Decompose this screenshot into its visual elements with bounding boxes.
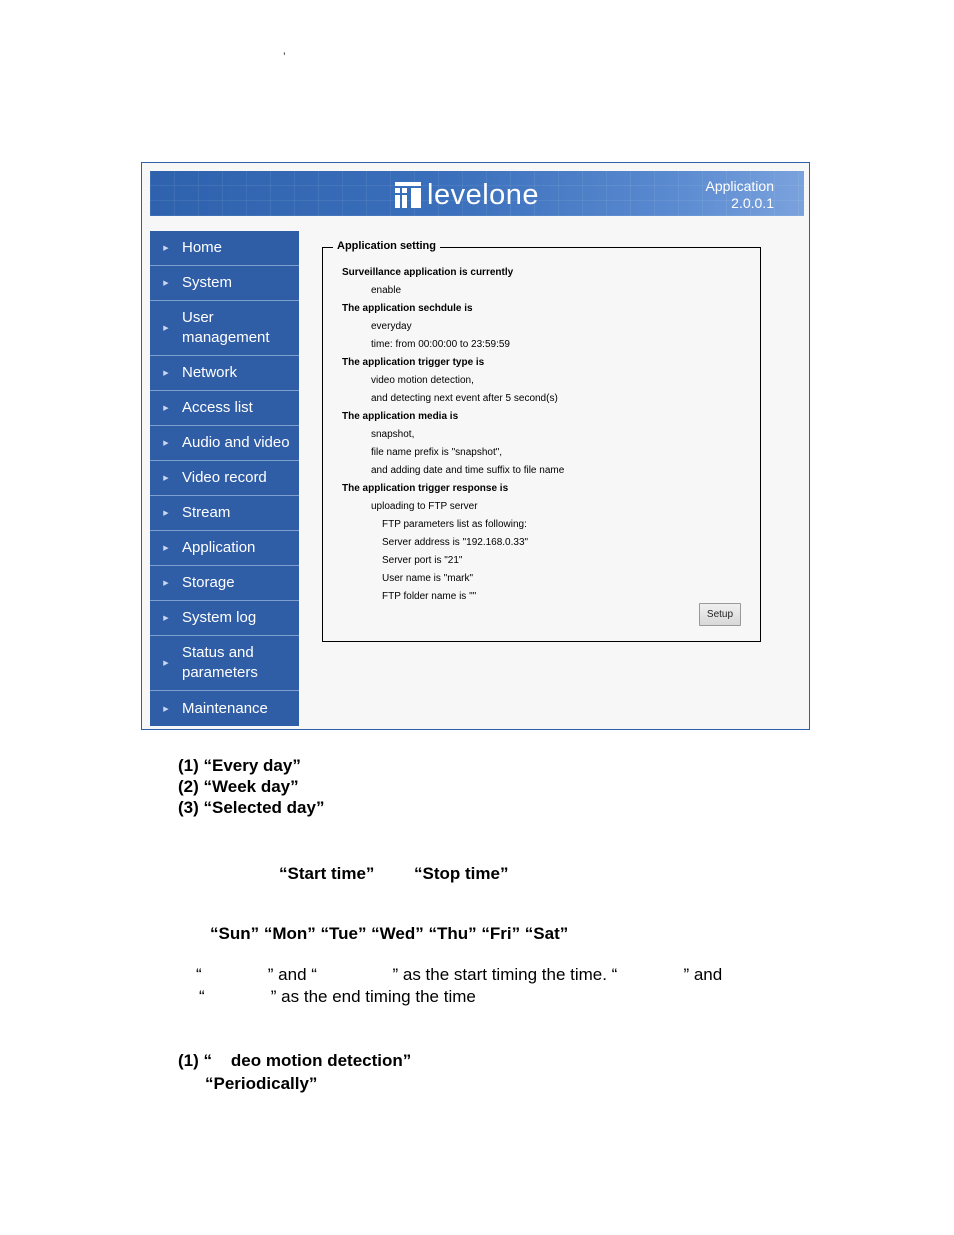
arrow-right-icon: ▶ (163, 245, 169, 252)
arrow-right-icon: ▶ (163, 615, 169, 622)
arrow-right-icon: ▶ (163, 705, 169, 713)
arrow-right-icon: ▶ (163, 325, 169, 332)
setup-button[interactable]: Setup (699, 603, 741, 626)
stray-mark: ’ (283, 50, 286, 64)
sidebar-item-status-and-parameters[interactable]: ▶ Status and parameters (150, 636, 299, 691)
banner-version: 2.0.0.1 (731, 195, 774, 211)
arrow-right-icon: ▶ (163, 510, 169, 517)
setting-heading: The application media is (342, 411, 459, 422)
trigger-option-motion-detection: (1) “ deo motion detection” (178, 1051, 412, 1070)
arrow-right-icon: ▶ (163, 580, 169, 587)
setting-heading: The application sechdule is (342, 303, 473, 314)
setting-heading: The application trigger type is (342, 357, 485, 368)
label-line: User (182, 309, 214, 326)
sidebar-item-label: User management (182, 308, 270, 348)
sidebar-item-access-list[interactable]: ▶ Access list (150, 391, 299, 426)
levelone-logo-icon (395, 182, 421, 208)
setting-value: Server port is "21" (382, 555, 463, 566)
panel-legend: Application setting (333, 240, 440, 252)
sidebar-item-label: System log (182, 609, 257, 626)
setting-value: file name prefix is "snapshot", (371, 447, 503, 458)
levelone-logo: levelone (395, 179, 540, 211)
sidebar-item-home[interactable]: ▶ Home (150, 231, 299, 266)
sidebar-item-label: Storage (182, 574, 235, 591)
setting-value: uploading to FTP server (371, 501, 478, 512)
settings-summary: Surveillance application is currently ena… (342, 264, 564, 606)
setting-value: FTP folder name is "" (382, 591, 477, 602)
sidebar-item-label: System (182, 274, 233, 291)
sidebar-item-user-management[interactable]: ▶ User management (150, 301, 299, 356)
trigger-option-periodically: “Periodically” (205, 1074, 318, 1093)
sidebar-item-storage[interactable]: ▶ Storage (150, 566, 299, 601)
arrow-right-icon: ▶ (163, 545, 169, 552)
banner-section-info: Application 2.0.0.1 (706, 178, 775, 212)
sidebar-item-label: Maintenance (182, 699, 268, 717)
sidebar-item-label: Video record (182, 469, 267, 486)
arrow-right-icon: ▶ (163, 440, 169, 447)
sidebar-item-system[interactable]: ▶ System (150, 266, 299, 301)
sidebar-item-stream[interactable]: ▶ Stream (150, 496, 299, 531)
sidebar-item-label: Access list (182, 399, 253, 416)
arrow-right-icon: ▶ (163, 280, 169, 287)
sidebar-nav: ▶ Home ▶ System ▶ User management ▶ Netw… (150, 231, 299, 726)
setting-heading: Surveillance application is currently (342, 267, 514, 278)
setting-value: and detecting next event after 5 second(… (371, 393, 558, 404)
arrow-right-icon: ▶ (163, 475, 169, 482)
arrow-right-icon: ▶ (163, 660, 169, 667)
brand-name: levelone (427, 179, 540, 211)
sidebar-item-label: Application (182, 539, 256, 556)
start-time-label: “Start time” (279, 864, 375, 883)
setting-value: and adding date and time suffix to file … (371, 465, 565, 476)
sidebar-item-label: Stream (182, 504, 231, 521)
setting-heading: The application trigger response is (342, 483, 509, 494)
arrow-right-icon: ▶ (163, 405, 169, 412)
stop-time-label: “Stop time” (414, 864, 509, 883)
sidebar-item-label: Home (182, 239, 223, 256)
setting-value: time: from 00:00:00 to 23:59:59 (371, 339, 510, 350)
sidebar-item-system-log[interactable]: ▶ System log (150, 601, 299, 636)
banner: levelone Application 2.0.0.1 (150, 171, 804, 216)
banner-section: Application (705, 178, 775, 194)
setting-value: everyday (371, 321, 412, 332)
setting-value: snapshot, (371, 429, 415, 440)
sidebar-item-label: Network (182, 364, 238, 381)
sidebar-item-network[interactable]: ▶ Network (150, 356, 299, 391)
label-line: Status and (182, 644, 254, 661)
setting-value: enable (371, 285, 402, 296)
application-setting-panel: Application setting Surveillance applica… (322, 240, 761, 642)
schedule-option-week-day: (2) “Week day” (178, 777, 299, 796)
schedule-option-selected-day: (3) “Selected day” (178, 798, 325, 817)
schedule-option-every-day: (1) “Every day” (178, 756, 301, 775)
sidebar-item-video-record[interactable]: ▶ Video record (150, 461, 299, 496)
sidebar-item-application[interactable]: ▶ Application (150, 531, 299, 566)
setting-value: video motion detection, (371, 375, 474, 386)
setting-value: Server address is "192.168.0.33" (382, 537, 529, 548)
label-line: parameters (182, 664, 258, 681)
timing-text-line1: “ ” and “ ” as the start timing the time… (196, 965, 723, 984)
sidebar-item-audio-and-video[interactable]: ▶ Audio and video (150, 426, 299, 461)
sidebar-item-label: Status and parameters (182, 643, 258, 683)
sidebar-item-maintenance[interactable]: ▶ Maintenance (150, 691, 299, 726)
setting-value: User name is "mark" (382, 573, 474, 584)
sidebar-item-label: Audio and video (182, 434, 290, 451)
weekday-labels: “Sun” “Mon” “Tue” “Wed” “Thu” “Fri” “Sat… (210, 924, 569, 943)
setting-value: FTP parameters list as following: (382, 519, 527, 530)
timing-text-line2: “ ” as the end timing the time (199, 987, 476, 1006)
arrow-right-icon: ▶ (163, 370, 169, 377)
label-line: management (182, 329, 270, 346)
screenshot-frame: levelone Application 2.0.0.1 ▶ Home ▶ Sy… (141, 162, 810, 730)
